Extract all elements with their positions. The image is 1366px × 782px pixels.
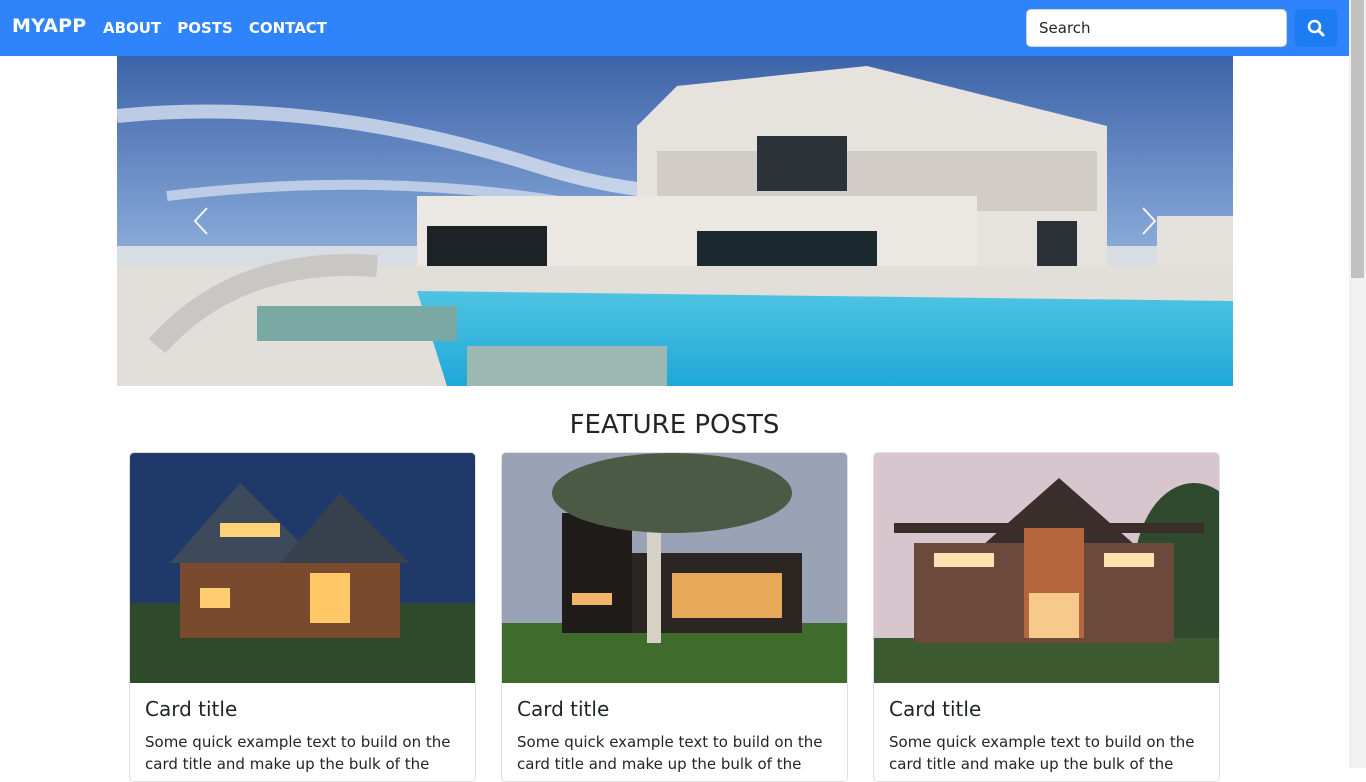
card-title: Card title: [145, 697, 238, 721]
card: Card title Some quick example text to bu…: [501, 452, 848, 782]
card-title: Card title: [517, 697, 610, 721]
card-text: Some quick example text to build on the …: [889, 733, 1195, 773]
chevron-left-icon: [193, 207, 208, 235]
card-text: Some quick example text to build on the …: [517, 733, 823, 773]
search-button[interactable]: [1295, 9, 1337, 47]
hero-image: [117, 56, 1233, 386]
section-title: FEATURE POSTS: [569, 410, 780, 440]
carousel-next[interactable]: [1129, 196, 1169, 246]
search-icon: [1307, 19, 1325, 37]
carousel-prev[interactable]: [181, 196, 221, 246]
nav-link-posts[interactable]: POSTS: [177, 19, 233, 37]
nav-links: ABOUT POSTS CONTACT: [103, 19, 343, 37]
brand-link[interactable]: MYAPP: [12, 15, 86, 37]
card-image: [502, 453, 847, 683]
nav-link-about[interactable]: ABOUT: [103, 19, 161, 37]
navbar: MYAPP ABOUT POSTS CONTACT: [0, 0, 1349, 56]
card-image: [874, 453, 1219, 683]
card-image: [130, 453, 475, 683]
nav-link-contact[interactable]: CONTACT: [249, 19, 327, 37]
search-input[interactable]: [1026, 9, 1287, 47]
card-title: Card title: [889, 697, 982, 721]
card: Card title Some quick example text to bu…: [873, 452, 1220, 782]
hero-carousel: [117, 56, 1233, 386]
card: Card title Some quick example text to bu…: [129, 452, 476, 782]
card-text: Some quick example text to build on the …: [145, 733, 451, 773]
scrollbar-thumb[interactable]: [1351, 0, 1364, 278]
chevron-right-icon: [1142, 207, 1157, 235]
